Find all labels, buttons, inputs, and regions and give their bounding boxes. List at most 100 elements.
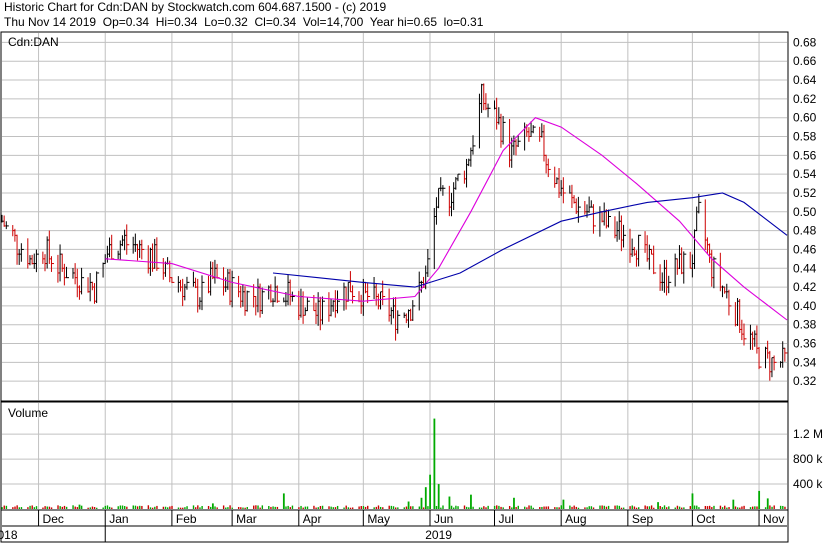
volume-bar [528,505,530,509]
volume-bar [751,506,754,509]
volume-bar [620,507,623,509]
volume-bar [782,505,784,509]
volume-bar [192,505,195,509]
volume-bar [14,506,16,509]
volume-bar [80,505,83,509]
volume-bar [244,507,246,509]
volume-bar [689,506,692,509]
volume-bar [319,506,322,509]
volume-bar [117,506,119,509]
volume-bar [749,507,752,509]
volume-bar [257,505,259,509]
volume-bar [530,505,532,509]
volume-bar [35,506,38,509]
month-label: Jun [434,512,453,526]
volume-bar [201,505,203,509]
price-tick-label: 0.56 [793,148,817,162]
volume-bar [543,506,545,509]
volume-bar [532,507,535,509]
volume-spike [420,497,423,509]
symbol-label: Cdn:DAN [8,35,59,49]
volume-bar [334,507,337,509]
volume-bar [678,506,681,509]
volume-bar [483,506,485,509]
volume-spike [470,494,472,509]
volume-bar [268,505,270,509]
volume-bar [631,505,633,509]
volume-bar [104,505,107,509]
volume-bar [397,507,399,509]
price-tick-label: 0.38 [793,318,817,332]
volume-bar [577,507,580,509]
volume-bar [405,506,408,509]
volume-bar [336,505,339,509]
volume-bar [33,507,36,509]
volume-panel-frame [0,401,789,511]
year-label: 2018 [0,528,18,542]
volume-bar [270,506,272,509]
volume-bar [18,507,21,509]
volume-bar [164,506,167,509]
volume-bar [108,506,111,509]
volume-bar [696,505,698,509]
price-tick-label: 0.36 [793,337,817,351]
volume-bar [724,505,726,509]
price-tick-label: 0.62 [793,92,817,106]
volume-bar [736,507,739,509]
volume-bar [313,505,315,509]
price-tick-label: 0.50 [793,205,817,219]
volume-bar [65,506,68,509]
price-panel-frame [0,31,789,402]
volume-bar [72,505,74,509]
volume-bar [457,506,459,509]
volume-bar [177,507,180,509]
volume-bar [571,506,573,509]
volume-bar [650,505,653,509]
volume-bar [42,507,44,509]
volume-bar [231,507,233,509]
volume-bar [573,505,575,509]
volume-bar [524,506,526,509]
volume-bar [330,506,332,509]
volume-bar [139,505,141,509]
volume-bar [375,506,378,509]
volume-bar [227,507,229,509]
volume-axis: 400 k 800 k 1.2 M [793,427,823,491]
volume-bar [167,507,169,509]
price-tick-label: 0.60 [793,111,817,125]
volume-bar [592,507,595,509]
volume-bar [141,505,143,509]
volume-bar [291,505,294,509]
volume-bar [199,507,201,509]
volume-bar [739,507,741,509]
volume-bar [31,505,33,509]
volume-bar [379,506,382,509]
month-label: Dec [43,512,64,526]
volume-bar [332,507,335,509]
volume-bar [539,507,541,509]
volume-bar [240,507,242,509]
volume-bar [713,505,715,509]
volume-bar [302,507,304,509]
volume-bar [698,507,700,509]
volume-bar [440,507,442,509]
month-label: Mar [236,512,257,526]
volume-bar [328,506,330,509]
volume-bar [648,506,651,509]
volume-bar [614,505,616,509]
price-tick-label: 0.68 [793,35,817,49]
month-label: Sep [632,512,654,526]
volume-bar [367,505,369,509]
volume-spike [766,498,769,509]
volume-bar [373,507,375,509]
volume-bar [603,505,605,509]
volume-bar [418,506,421,509]
month-label: Apr [303,512,322,526]
volume-bar [541,506,543,509]
volume-bar [315,507,317,509]
year-label: 2019 [425,528,452,542]
volume-bar [526,507,528,509]
volume-bar [300,505,302,509]
price-tick-label: 0.32 [793,374,817,388]
volume-bar [599,505,601,509]
